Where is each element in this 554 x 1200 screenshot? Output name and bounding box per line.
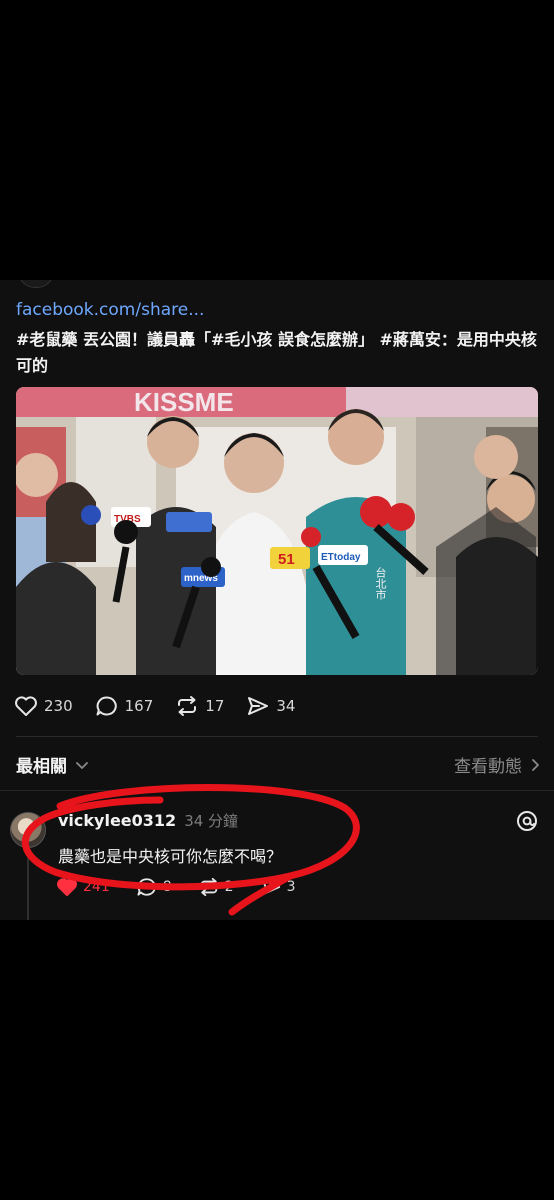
share-button[interactable]: 34	[246, 695, 295, 717]
comment-actions: 241 8 2 3	[56, 877, 322, 897]
mic-label-51: 51	[278, 551, 295, 568]
store-sign-text: KISSME	[134, 387, 234, 417]
comment-button[interactable]: 167	[95, 695, 154, 717]
comment-icon	[96, 696, 117, 716]
comment-username[interactable]: vickylee0312	[58, 811, 176, 830]
send-icon	[261, 878, 280, 896]
comment-time: 34 分鐘	[184, 812, 239, 830]
repost-count: 17	[205, 697, 225, 715]
comment-count: 167	[124, 697, 154, 715]
mic-label-ettoday: ETtoday	[321, 552, 361, 563]
comment-text: 農藥也是中央核可你怎麼不喝？	[58, 847, 283, 866]
comment-like-button[interactable]: 241	[56, 877, 110, 897]
activity-label: 查看動態	[454, 757, 522, 777]
view-activity-link[interactable]: 查看動態	[454, 752, 540, 777]
post-photo[interactable]: KISSME 51 ETtoday TVBS mnews 台北市	[16, 387, 538, 675]
sort-dropdown[interactable]: 最相關	[16, 752, 89, 777]
threads-post: facebook.com/share... #老鼠藥 丟公園！議員轟「#毛小孩 …	[0, 280, 554, 920]
send-icon	[248, 697, 269, 715]
like-count: 230	[44, 697, 73, 715]
author-avatar[interactable]	[18, 280, 54, 288]
share-count: 34	[276, 697, 296, 715]
comment-reply-count: 8	[162, 879, 172, 895]
avatar[interactable]	[10, 812, 46, 848]
threads-logo-icon[interactable]	[516, 810, 538, 836]
heart-filled-icon	[57, 878, 77, 897]
heart-icon	[15, 696, 37, 716]
repost-button[interactable]: 17	[175, 695, 224, 717]
comment-share-count: 3	[286, 879, 296, 895]
divider	[0, 790, 554, 791]
comment-reply-button[interactable]: 8	[136, 877, 172, 897]
comment-share-button[interactable]: 3	[260, 877, 296, 897]
comment-repost-count: 2	[224, 879, 234, 895]
like-button[interactable]: 230	[14, 695, 73, 717]
post-link[interactable]: facebook.com/share...	[16, 300, 204, 320]
press-conference-photo: KISSME 51 ETtoday TVBS mnews 台北市	[16, 387, 538, 675]
comment-like-count: 241	[83, 879, 110, 895]
post-actions: 230 167 17 34	[14, 693, 317, 719]
comment-header: vickylee0312 34 分鐘	[58, 810, 238, 831]
comment-icon	[137, 878, 156, 896]
chevron-down-icon	[76, 761, 88, 769]
divider	[16, 736, 538, 737]
thread-line	[27, 852, 29, 920]
post-text: #老鼠藥 丟公園！議員轟「#毛小孩 誤食怎麼辦」 #蔣萬安：是用中央核可的	[16, 330, 537, 375]
comment-repost-button[interactable]: 2	[198, 877, 234, 897]
chevron-right-icon	[532, 758, 539, 771]
repost-icon	[178, 696, 197, 716]
repost-icon	[200, 877, 217, 897]
sort-label: 最相關	[16, 757, 67, 777]
vest-text: 台北市	[374, 566, 387, 601]
